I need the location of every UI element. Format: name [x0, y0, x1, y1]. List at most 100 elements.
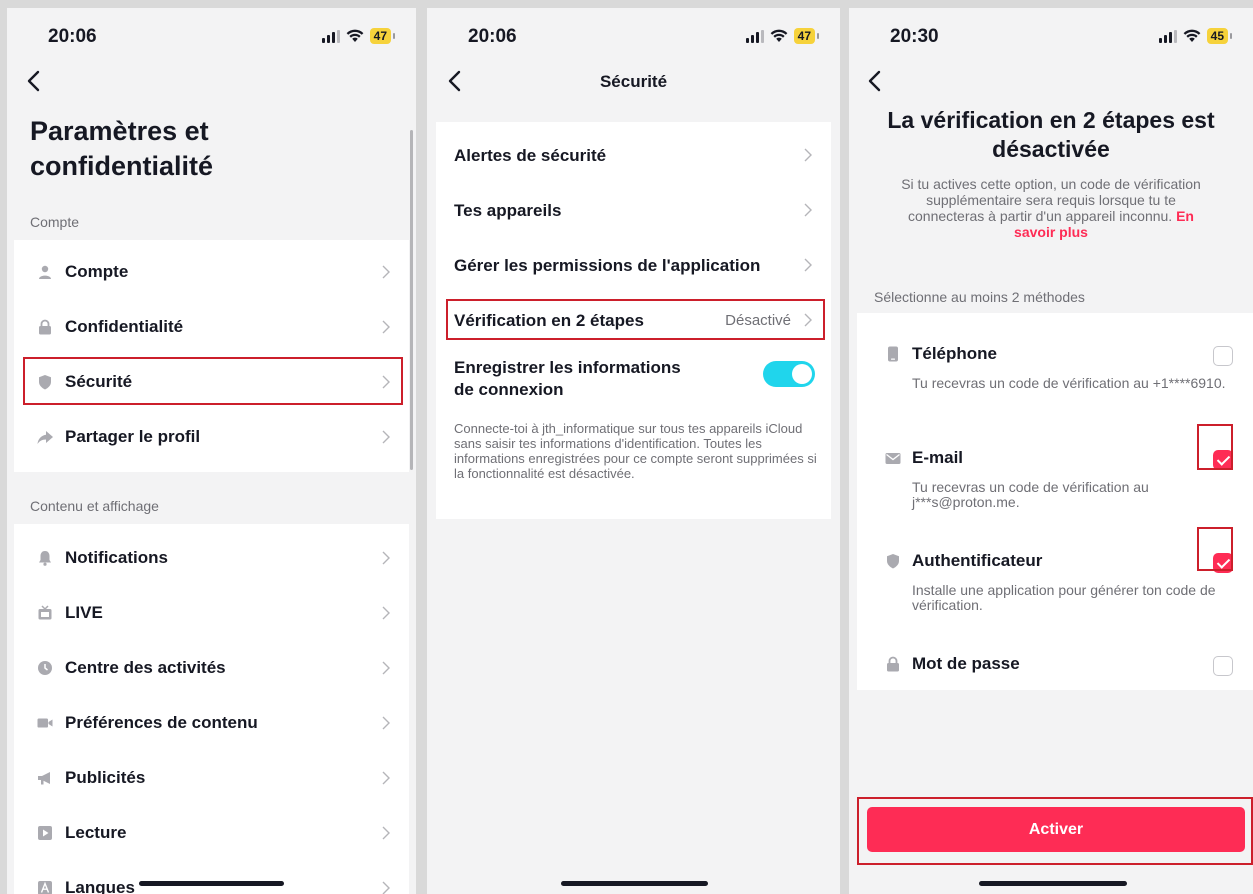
- method-label: Mot de passe: [912, 654, 1020, 673]
- security-item-app-permissions[interactable]: Gérer les permissions de l'application: [436, 238, 831, 293]
- account-card: Compte Confidentialité Sécurité Partager…: [14, 240, 409, 472]
- back-arrow-icon[interactable]: [865, 68, 887, 94]
- method-checkbox-authenticator[interactable]: [1213, 553, 1233, 573]
- settings-item-playback[interactable]: Lecture: [14, 805, 409, 860]
- home-indicator[interactable]: [561, 881, 708, 886]
- chevron-right-icon: [382, 881, 390, 894]
- page-title: La vérification en 2 étapes est désactiv…: [887, 107, 1215, 162]
- settings-item-content-preferences[interactable]: Préférences de contenu: [14, 695, 409, 750]
- chevron-right-icon: [382, 265, 390, 278]
- method-description: Tu recevras un code de vérification au j…: [912, 479, 1149, 510]
- shield-icon: [887, 554, 899, 569]
- megaphone-icon: [37, 770, 53, 786]
- settings-item-share-profile[interactable]: Partager le profil: [14, 409, 409, 464]
- bell-icon: [37, 550, 53, 566]
- status-value: Désactivé: [725, 312, 791, 329]
- settings-screen: 20:06 47 Paramètres et confidentialité C…: [7, 8, 416, 894]
- chevron-right-icon: [804, 258, 812, 272]
- chevron-right-icon: [382, 771, 390, 784]
- two-step-screen: 20:30 45 La vérification en 2 étapes est…: [849, 8, 1253, 894]
- method-checkbox-phone[interactable]: [1213, 346, 1233, 366]
- chevron-right-icon: [382, 551, 390, 564]
- wifi-icon: [346, 29, 364, 42]
- method-label: Authentificateur: [912, 551, 1043, 570]
- method-label: E-mail: [912, 448, 964, 467]
- settings-item-label: Langues: [65, 877, 135, 894]
- settings-item-label: LIVE: [65, 602, 103, 622]
- chevron-right-icon: [382, 661, 390, 674]
- save-login-description: Connecte-toi à jth_informatique sur tous…: [454, 421, 817, 481]
- wifi-icon: [1183, 29, 1201, 42]
- security-item-2step-verification[interactable]: Vérification en 2 étapes Désactivé: [436, 293, 831, 348]
- section-label-methods: Sélectionne au moins 2 méthodes: [874, 289, 1085, 305]
- security-item-label: Gérer les permissions de l'application: [454, 256, 761, 275]
- security-item-label: Tes appareils: [454, 201, 562, 220]
- settings-item-notifications[interactable]: Notifications: [14, 530, 409, 585]
- home-indicator[interactable]: [139, 881, 284, 886]
- battery-indicator: 47: [793, 28, 820, 44]
- status-bar: 20:06 47: [427, 8, 840, 60]
- save-login-toggle[interactable]: [763, 361, 815, 387]
- save-login-row: Enregistrer les informations de connexio…: [436, 354, 831, 414]
- chevron-right-icon: [382, 716, 390, 729]
- video-icon: [37, 715, 53, 731]
- page-title: Paramètres et confidentialité: [30, 116, 214, 181]
- status-bar: 20:06 47: [7, 8, 416, 60]
- settings-item-label: Compte: [65, 261, 129, 281]
- live-tv-icon: [37, 604, 53, 621]
- phone-icon: [888, 346, 898, 362]
- security-item-label: Alertes de sécurité: [454, 146, 607, 165]
- signal-icon: [321, 29, 340, 43]
- home-indicator[interactable]: [979, 881, 1127, 886]
- share-icon: [37, 429, 53, 445]
- settings-item-label: Préférences de contenu: [65, 712, 258, 732]
- security-screen: 20:06 47 Sécurité Alertes de sécurité Te…: [427, 8, 840, 894]
- settings-item-label: Partager le profil: [65, 426, 201, 446]
- activate-button[interactable]: Activer: [867, 807, 1245, 852]
- chevron-right-icon: [804, 148, 812, 162]
- settings-item-languages[interactable]: Langues: [14, 860, 409, 894]
- status-time: 20:06: [468, 26, 517, 47]
- settings-item-security[interactable]: Sécurité: [14, 354, 409, 409]
- wifi-icon: [770, 29, 788, 42]
- content-card: Notifications LIVE Centre des activités …: [14, 524, 409, 894]
- method-label: Téléphone: [912, 344, 998, 363]
- settings-item-activity-center[interactable]: Centre des activités: [14, 640, 409, 695]
- scrollbar[interactable]: [410, 130, 413, 470]
- subtitle-text: Si tu actives cette option, un code de v…: [901, 176, 1201, 224]
- status-bar: 20:30 45: [849, 8, 1253, 60]
- settings-item-account[interactable]: Compte: [14, 244, 409, 299]
- chevron-right-icon: [804, 313, 812, 327]
- play-icon: [37, 825, 53, 841]
- battery-indicator: 45: [1206, 28, 1233, 44]
- signal-icon: [1158, 29, 1177, 43]
- status-time: 20:06: [48, 26, 97, 47]
- settings-item-ads[interactable]: Publicités: [14, 750, 409, 805]
- lock-icon: [37, 319, 53, 335]
- chevron-right-icon: [382, 375, 390, 388]
- settings-item-label: Publicités: [65, 767, 146, 787]
- section-label-content: Contenu et affichage: [30, 498, 159, 514]
- security-item-label: Vérification en 2 étapes: [454, 311, 644, 330]
- settings-item-label: Sécurité: [65, 371, 133, 391]
- settings-item-label: Confidentialité: [65, 316, 184, 336]
- method-checkbox-email[interactable]: [1213, 450, 1233, 470]
- settings-item-live[interactable]: LIVE: [14, 585, 409, 640]
- lock-icon: [887, 656, 899, 672]
- method-checkbox-password[interactable]: [1213, 656, 1233, 676]
- method-description: Installe une application pour générer to…: [912, 582, 1216, 613]
- chevron-right-icon: [382, 320, 390, 333]
- settings-item-label: Centre des activités: [65, 657, 226, 677]
- section-label-account: Compte: [30, 214, 80, 230]
- back-arrow-icon[interactable]: [24, 68, 46, 94]
- settings-item-label: Notifications: [65, 547, 168, 567]
- status-time: 20:30: [890, 26, 939, 47]
- settings-item-label: Lecture: [65, 822, 127, 842]
- save-login-label: Enregistrer les informations de connexio…: [454, 358, 681, 399]
- signal-icon: [745, 29, 764, 43]
- security-item-devices[interactable]: Tes appareils: [436, 183, 831, 238]
- shield-icon: [37, 374, 53, 390]
- chevron-right-icon: [382, 606, 390, 619]
- settings-item-privacy[interactable]: Confidentialité: [14, 299, 409, 354]
- security-item-alerts[interactable]: Alertes de sécurité: [436, 128, 831, 183]
